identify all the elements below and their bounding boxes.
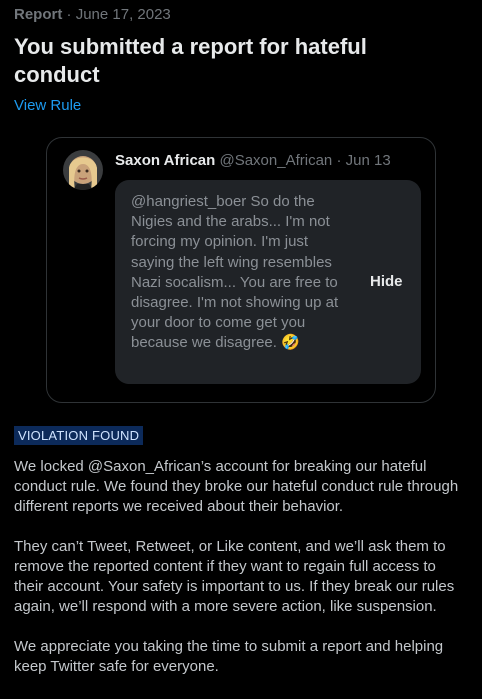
account-locked-paragraph: We locked @Saxon_African’s account for b… [14,458,459,515]
view-rule-link[interactable]: View Rule [14,97,81,114]
report-date: June 17, 2023 [75,6,171,23]
page-title: You submitted a report for hateful condu… [14,34,367,87]
reported-tweet-card[interactable]: Saxon African @Saxon_African · Jun 13 @h… [46,137,436,403]
tweet-date[interactable]: Jun 13 [346,152,391,169]
tweet-text: @hangriest_boer So do the Nigies and the… [131,193,339,352]
tweet-separator: · [336,152,342,169]
report-label: Report [14,6,63,23]
restrictions-paragraph: They can’t Tweet, Retweet, or Like conte… [14,538,455,615]
tweet-author-name[interactable]: Saxon African [115,152,215,169]
violation-badge: VIOLATION FOUND [14,426,144,445]
tweet-content-box: @hangriest_boer So do the Nigies and the… [115,180,421,384]
tweet-author-handle[interactable]: @Saxon_African [219,152,332,169]
appreciation-paragraph: We appreciate you taking the time to sub… [14,638,444,675]
tweet-header: Saxon African @Saxon_African · Jun 13 [115,152,391,169]
avatar[interactable] [63,150,103,190]
meta-separator: · [66,6,72,23]
report-meta: Report · June 17, 2023 [14,6,171,23]
hide-button[interactable]: Hide [370,273,403,290]
